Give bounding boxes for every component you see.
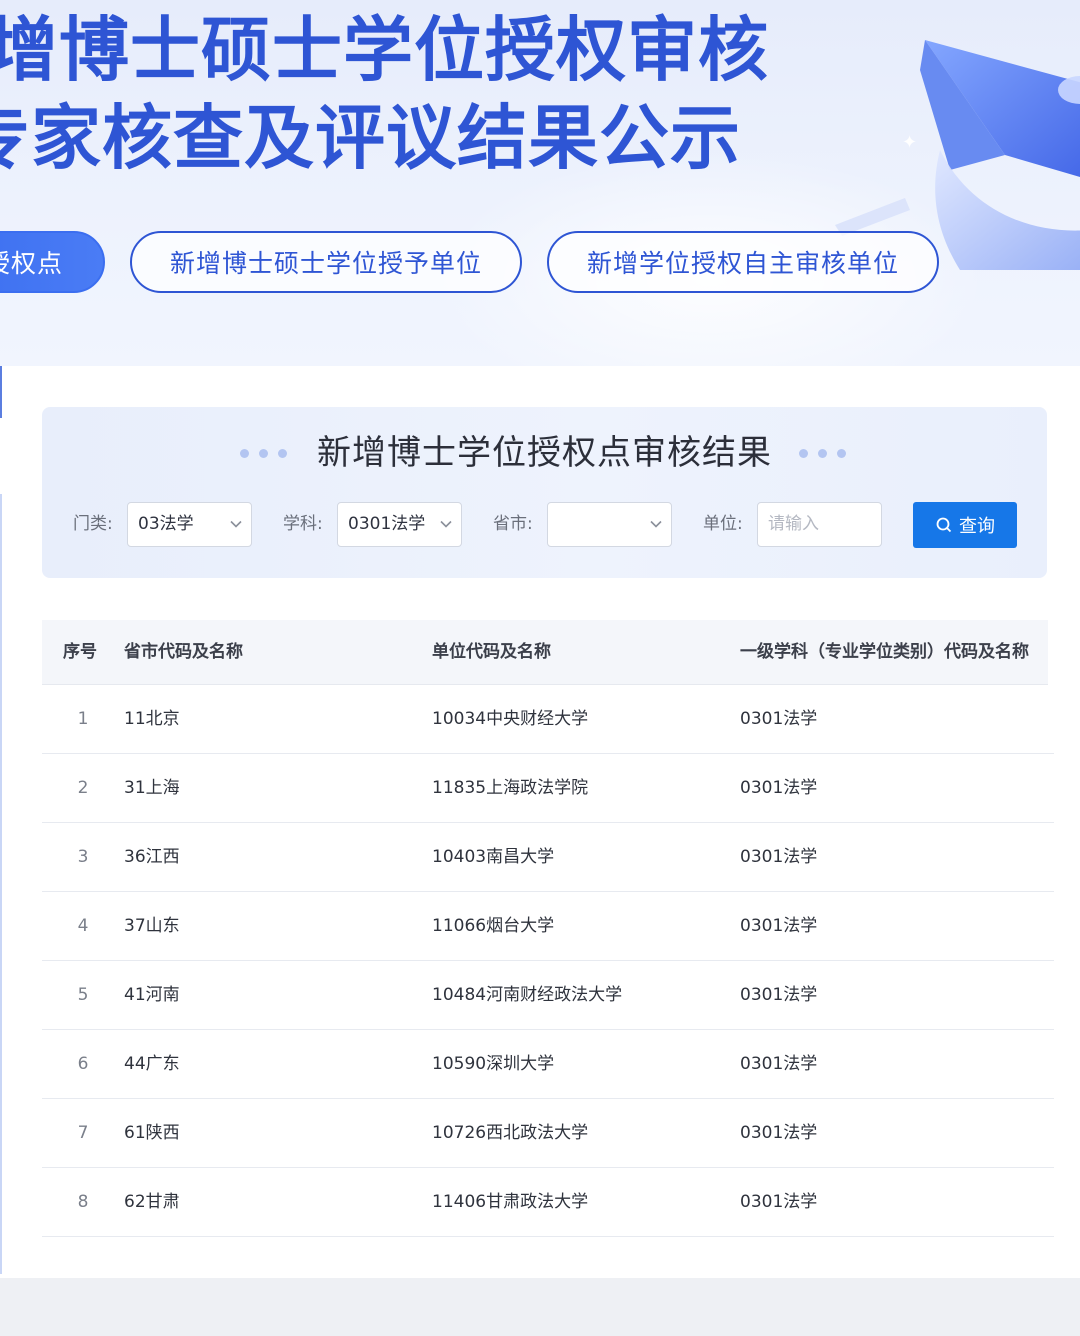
cell-unit: 10034中央财经大学 [432, 709, 589, 729]
province-select[interactable] [547, 502, 672, 547]
table-row: 1 11北京 10034中央财经大学 0301法学 [42, 685, 1054, 754]
subject-select[interactable]: 0301法学 [337, 502, 462, 547]
cell-no: 5 [77, 985, 89, 1005]
table-row: 6 44广东 10590深圳大学 0301法学 [42, 1030, 1054, 1099]
province-label: 省市: [493, 514, 533, 534]
page-footer-background [0, 1278, 1080, 1336]
cell-no: 7 [77, 1123, 89, 1143]
search-button[interactable]: 查询 [913, 502, 1017, 548]
cell-unit: 10403南昌大学 [432, 847, 555, 867]
column-header-subject: 一级学科（专业学位类别）代码及名称 [740, 642, 1029, 662]
cell-no: 2 [77, 778, 89, 798]
chevron-down-icon [230, 520, 242, 528]
tab-label: 授权点 [0, 249, 63, 278]
cell-no: 4 [77, 916, 89, 936]
cell-no: 1 [77, 709, 89, 729]
cell-unit: 10726西北政法大学 [432, 1123, 589, 1143]
cell-subject: 0301法学 [740, 847, 818, 867]
cell-subject: 0301法学 [740, 709, 818, 729]
cell-subject: 0301法学 [740, 985, 818, 1005]
cell-unit: 10590深圳大学 [432, 1054, 555, 1074]
cell-province: 37山东 [124, 916, 180, 936]
panel-edge [0, 494, 2, 1274]
cell-unit: 11066烟台大学 [432, 916, 555, 936]
cell-subject: 0301法学 [740, 1054, 818, 1074]
tab-new-degree-granting-units[interactable]: 新增博士硕士学位授予单位 [130, 231, 522, 293]
category-label: 门类: [73, 514, 113, 534]
unit-input[interactable]: 请输入 [757, 502, 882, 547]
table-row: 2 31上海 11835上海政法学院 0301法学 [42, 754, 1054, 823]
unit-label: 单位: [703, 514, 743, 534]
chevron-down-icon [440, 520, 452, 528]
column-header-unit: 单位代码及名称 [432, 642, 551, 662]
table-row: 5 41河南 10484河南财经政法大学 0301法学 [42, 961, 1054, 1030]
table-row: 3 36江西 10403南昌大学 0301法学 [42, 823, 1054, 892]
cell-unit: 10484河南财经政法大学 [432, 985, 623, 1005]
table-row: 4 37山东 11066烟台大学 0301法学 [42, 892, 1054, 961]
category-select[interactable]: 03法学 [127, 502, 252, 547]
cell-no: 6 [77, 1054, 89, 1074]
cell-province: 44广东 [124, 1054, 180, 1074]
column-header-no: 序号 [63, 642, 97, 662]
results-panel: 新增博士学位授权点审核结果 门类: 03法学 学科: 0301法学 省市: 单位… [0, 366, 1080, 1278]
cell-province: 62甘肃 [124, 1192, 180, 1212]
subject-label: 学科: [283, 514, 323, 534]
cell-no: 3 [77, 847, 89, 867]
tab-label: 新增学位授权自主审核单位 [586, 249, 899, 278]
tab-authorization-points[interactable]: 授权点 [0, 231, 105, 293]
decorative-dots [799, 449, 846, 458]
query-title: 新增博士学位授权点审核结果 [317, 433, 772, 473]
cell-province: 11北京 [124, 709, 180, 729]
hero-title-line2: 专家核查及评议结果公示 [0, 97, 741, 179]
cell-subject: 0301法学 [740, 1123, 818, 1143]
table-header: 序号 省市代码及名称 单位代码及名称 一级学科（专业学位类别）代码及名称 [42, 620, 1048, 685]
cell-subject: 0301法学 [740, 1192, 818, 1212]
table-row: 8 62甘肃 11406甘肃政法大学 0301法学 [42, 1168, 1054, 1237]
search-button-label: 查询 [959, 516, 995, 537]
cell-province: 61陕西 [124, 1123, 180, 1143]
category-value: 03法学 [138, 514, 194, 534]
tab-self-review-units[interactable]: 新增学位授权自主审核单位 [547, 231, 939, 293]
cell-province: 31上海 [124, 778, 180, 798]
unit-placeholder: 请输入 [768, 514, 819, 534]
hero-banner: 增博士硕士学位授权审核 专家核查及评议结果公示 ✦ 授权点 新增博士硕士学位授予… [0, 0, 1080, 366]
cell-province: 41河南 [124, 985, 180, 1005]
cell-province: 36江西 [124, 847, 180, 867]
hero-title-line1: 增博士硕士学位授权审核 [0, 9, 769, 91]
tab-label: 新增博士硕士学位授予单位 [169, 249, 482, 278]
cell-subject: 0301法学 [740, 778, 818, 798]
panel-edge [0, 366, 2, 418]
cell-subject: 0301法学 [740, 916, 818, 936]
query-card: 新增博士学位授权点审核结果 门类: 03法学 学科: 0301法学 省市: 单位… [42, 407, 1047, 578]
table-row: 7 61陕西 10726西北政法大学 0301法学 [42, 1099, 1054, 1168]
column-header-province: 省市代码及名称 [124, 642, 243, 662]
cell-no: 8 [77, 1192, 89, 1212]
cell-unit: 11406甘肃政法大学 [432, 1192, 589, 1212]
chevron-down-icon [650, 520, 662, 528]
subject-value: 0301法学 [348, 514, 426, 534]
cell-unit: 11835上海政法学院 [432, 778, 589, 798]
search-icon [936, 517, 952, 533]
